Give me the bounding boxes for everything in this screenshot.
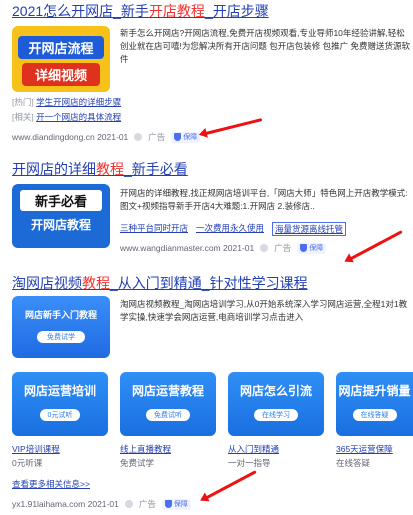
red-arrow-annotation [201,118,263,136]
course-card-2[interactable]: 网店运营教程 免费试听 [120,372,216,436]
card-link[interactable]: VIP培训课程 [12,443,112,455]
more-info-link[interactable]: 查看更多相关信息>> [12,479,90,489]
card-button[interactable]: 0元试听 [39,409,81,421]
search-result-1: 2021怎么开网店_新手开店教程_开店步骤 [12,2,413,20]
title-text: 淘网店视频 [12,275,82,291]
ad-label: 广告 [138,499,156,509]
card-button[interactable]: 在线学习 [254,409,298,421]
card-label-3[interactable]: 从入门到精通 一对一指导 [228,443,328,469]
card-label-1[interactable]: VIP培训课程 0元听课 [12,443,112,469]
info-icon[interactable] [134,133,143,141]
red-arrow-annotation [202,470,257,501]
related-tag: [相关] [12,112,34,122]
related-link[interactable]: 开一个网店的具体流程 [36,112,121,122]
shield-icon [164,500,172,508]
thumb-button: 免费试学 [37,331,85,343]
result-3-source: yx1.91laihama.com 2021-01 广告 保障 [12,498,191,510]
search-result-3: 淘网店视频教程_从入门到精通_针对性学习课程 [12,274,413,292]
card-sub: 免费试学 [120,458,155,468]
title-highlight: 教程 [96,161,124,177]
title-highlight: 开店教程 [148,3,205,19]
card-title: 网店运营培训 [23,384,96,398]
shield-icon [300,244,308,252]
course-card-1[interactable]: 网店运营培训 0元试听 [12,372,108,436]
title-highlight: 教程 [82,275,110,291]
card-title: 网店提升销量 [338,384,411,398]
course-card-4[interactable]: 网店提升销量 在线答疑 [336,372,413,436]
guarantee-badge[interactable]: 保障 [161,498,191,510]
card-link[interactable]: 从入门到精通 [228,443,328,455]
card-button[interactable]: 在线答疑 [352,409,397,421]
more-info[interactable]: 查看更多相关信息>> [12,478,90,491]
result-3-thumbnail[interactable]: 网店新手入门教程 免费试学 [12,296,110,358]
result-2-title[interactable]: 开网店的详细教程_新手必看 [12,160,413,178]
title-text: 开网店的详细 [12,161,96,177]
thumb-line-1: 新手必看 [20,190,102,211]
card-label-4[interactable]: 365天运营保障 在线答疑 [336,443,413,469]
ad-label: 广告 [274,243,292,253]
guarantee-badge[interactable]: 保障 [297,242,327,254]
sublink[interactable]: 三种平台同时开店 [120,222,188,236]
badge-label: 保障 [309,245,324,252]
thumb-line-2: 开网店教程 [30,218,91,232]
card-title: 网店运营教程 [131,384,204,398]
badge-label: 保障 [183,134,198,141]
sublink[interactable]: 一次费用永久使用 [196,222,264,236]
shield-icon [174,133,182,141]
sublink[interactable]: 海量货源离线托管 [272,222,347,236]
thumb-title: 网店新手入门教程 [24,310,97,320]
guarantee-badge[interactable]: 保障 [171,131,201,143]
result-2-description: 开网店的详细教程,找正规网店培训平台,「网店大师」特色网上开店教学模式:图文+视… [120,188,408,211]
title-text: _新手必看 [124,161,188,177]
result-2-thumbnail[interactable]: 新手必看 开网店教程 [12,184,110,248]
result-1-source: www.diandingdong.cn 2021-01 广告 保障 [12,131,201,143]
thumb-line-2: 详细视频 [22,63,100,86]
card-link[interactable]: 线上直播教程 [120,443,220,455]
source-url[interactable]: www.wangdianmaster.com [120,243,221,253]
source-date: 2021-01 [223,243,255,253]
source-date: 2021-01 [87,499,119,509]
info-icon[interactable] [260,244,269,252]
card-sub: 一对一指导 [228,458,271,468]
source-url[interactable]: www.diandingdong.cn [12,132,95,142]
related-tag: [热门] [12,97,34,107]
result-2-source: www.wangdianmaster.com 2021-01 广告 保障 [120,242,327,254]
result-3-description: 淘网店视频教程_淘网店培训学习,从0开始系统深入学习网店运营,全程1对1教学实操… [120,299,408,322]
card-button[interactable]: 免费试听 [146,409,190,421]
thumb-line-1: 开网店流程 [18,36,104,59]
card-sub: 在线答疑 [336,458,371,468]
result-3-title[interactable]: 淘网店视频教程_从入门到精通_针对性学习课程 [12,274,413,292]
result-1-related-2: [相关] 开一个网店的具体流程 [12,111,121,124]
info-icon[interactable] [124,500,133,508]
result-1-title[interactable]: 2021怎么开网店_新手开店教程_开店步骤 [12,2,413,20]
card-label-2[interactable]: 线上直播教程 免费试学 [120,443,220,469]
card-title: 网店怎么引流 [239,384,312,398]
badge-label: 保障 [173,501,188,508]
red-arrow-annotation [346,230,403,262]
ad-label: 广告 [148,132,166,142]
source-date: 2021-01 [97,132,129,142]
search-result-2: 开网店的详细教程_新手必看 [12,160,413,178]
card-link[interactable]: 365天运营保障 [336,443,413,455]
result-1-description: 新手怎么开网店?开网店流程,免费开店视频观看,专业导师10年经验讲解,轻松创业就… [120,28,410,64]
course-card-3[interactable]: 网店怎么引流 在线学习 [228,372,324,436]
card-sub: 0元听课 [12,458,43,468]
related-link[interactable]: 学生开网店的详细步骤 [36,97,121,107]
result-1-thumbnail[interactable]: 开网店流程 详细视频 [12,26,110,92]
result-2-sublinks: 三种平台同时开店 一次费用永久使用 海量货源离线托管 [120,222,347,236]
title-text: _从入门到精通_针对性学习课程 [110,275,308,291]
title-text: 2021怎么开网店_新手 [12,3,149,19]
result-1-related-1: [热门] 学生开网店的详细步骤 [12,96,121,109]
source-url[interactable]: yx1.91laihama.com [12,499,85,509]
title-text: _开店步骤 [204,3,269,19]
